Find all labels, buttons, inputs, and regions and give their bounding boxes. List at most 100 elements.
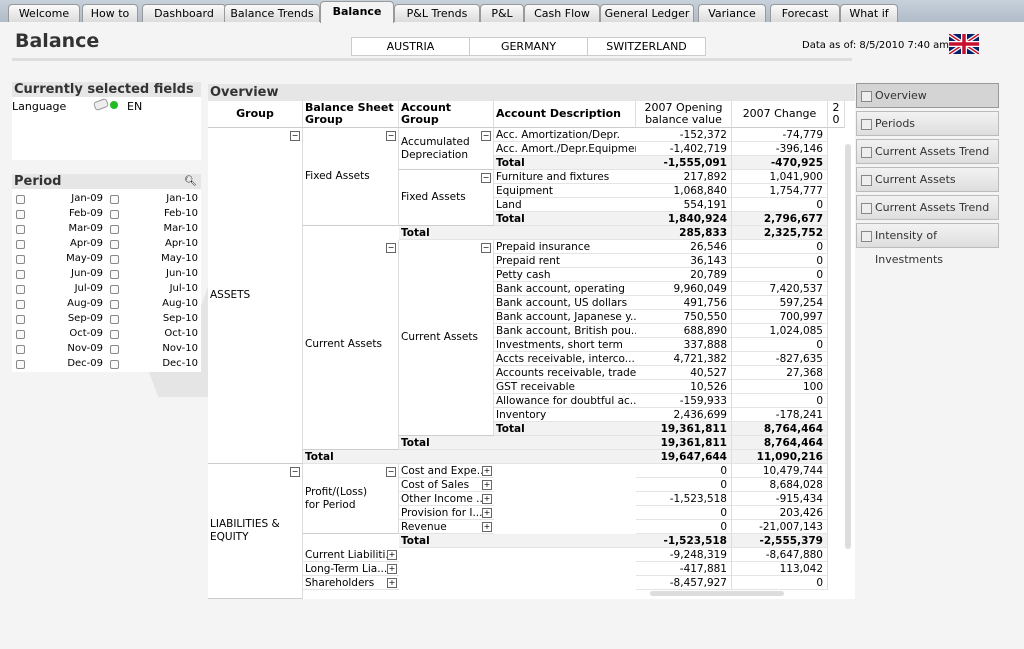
period-checkbox[interactable]	[16, 360, 25, 369]
header-change[interactable]: 2007 Change	[732, 101, 828, 128]
tab-how-to[interactable]: How to	[82, 4, 138, 22]
tab-variance[interactable]: Variance	[698, 4, 766, 22]
period-item[interactable]: Nov-09	[67, 342, 103, 356]
collapse-icon[interactable]: −	[481, 131, 491, 141]
collapse-icon[interactable]: −	[386, 467, 396, 477]
tab-dashboard[interactable]: Dashboard	[142, 4, 226, 22]
period-checkbox[interactable]	[110, 210, 119, 219]
expand-icon[interactable]: +	[482, 480, 492, 490]
expand-icon[interactable]: +	[482, 522, 492, 532]
header-group[interactable]: Group	[208, 101, 303, 128]
view-button-intensity-of-investments[interactable]: Intensity of Investments	[856, 223, 999, 266]
period-checkbox[interactable]	[110, 270, 119, 279]
period-item[interactable]: Feb-10	[164, 207, 198, 221]
tab-forecast[interactable]: Forecast	[770, 4, 840, 22]
expand-icon[interactable]: +	[482, 494, 492, 504]
tab-p-l-trends[interactable]: P&L Trends	[394, 4, 480, 22]
period-item[interactable]: Sep-10	[163, 312, 198, 326]
period-item[interactable]: Dec-09	[67, 357, 103, 371]
period-checkbox[interactable]	[16, 300, 25, 309]
period-item[interactable]: Feb-09	[69, 207, 103, 221]
period-checkbox[interactable]	[110, 360, 119, 369]
period-item[interactable]: Jun-09	[71, 267, 103, 281]
period-checkbox[interactable]	[16, 225, 25, 234]
period-checkbox[interactable]	[16, 330, 25, 339]
collapse-icon[interactable]: −	[481, 173, 491, 183]
expand-icon[interactable]: +	[387, 550, 397, 560]
period-checkbox[interactable]	[110, 255, 119, 264]
period-checkbox[interactable]	[16, 270, 25, 279]
tab-balance-trends[interactable]: Balance Trends	[224, 4, 320, 22]
header-next-column[interactable]: 2 0	[828, 101, 845, 128]
period-item[interactable]: Oct-10	[164, 327, 198, 341]
period-item[interactable]: Jan-09	[71, 192, 103, 206]
change-value: 2,325,752	[732, 226, 828, 240]
period-checkbox[interactable]	[110, 285, 119, 294]
view-button-current-assets-trend[interactable]: Current Assets Trend	[856, 139, 999, 164]
tab-p-l[interactable]: P&L	[480, 4, 524, 22]
period-item[interactable]: Sep-09	[68, 312, 103, 326]
country-austria[interactable]: AUSTRIA	[351, 37, 470, 56]
period-checkbox[interactable]	[110, 240, 119, 249]
period-checkbox[interactable]	[16, 285, 25, 294]
header-opening-balance[interactable]: 2007 Opening balance value	[636, 101, 732, 128]
period-item[interactable]: Apr-09	[70, 237, 103, 251]
collapse-icon[interactable]: −	[290, 467, 300, 477]
period-item[interactable]: Apr-10	[165, 237, 198, 251]
vertical-scrollbar[interactable]	[845, 144, 851, 549]
period-item[interactable]: Aug-09	[67, 297, 103, 311]
eraser-icon[interactable]	[92, 97, 110, 112]
period-checkbox[interactable]	[110, 330, 119, 339]
period-checkbox[interactable]	[16, 240, 25, 249]
period-item[interactable]: Mar-09	[68, 222, 103, 236]
period-item[interactable]: May-10	[161, 252, 198, 266]
country-germany[interactable]: GERMANY	[469, 37, 588, 56]
period-item[interactable]: Dec-10	[162, 357, 198, 371]
period-item[interactable]: Jul-10	[170, 282, 198, 296]
period-checkbox[interactable]	[110, 195, 119, 204]
period-checkbox[interactable]	[16, 315, 25, 324]
view-button-current-assets-trend[interactable]: Current Assets Trend	[856, 195, 999, 220]
period-item[interactable]: Mar-10	[163, 222, 198, 236]
period-item[interactable]: Nov-10	[162, 342, 198, 356]
period-item[interactable]: Jan-10	[166, 192, 198, 206]
view-button-current-assets[interactable]: Current Assets	[856, 167, 999, 192]
expand-icon[interactable]: +	[482, 466, 492, 476]
search-icon[interactable]: 🔍︎	[184, 176, 197, 187]
period-checkbox[interactable]	[110, 225, 119, 234]
tab-cash-flow[interactable]: Cash Flow	[524, 4, 600, 22]
collapse-icon[interactable]: −	[386, 243, 396, 253]
horizontal-scrollbar[interactable]	[650, 591, 784, 596]
expand-icon[interactable]: +	[387, 564, 397, 574]
period-checkbox[interactable]	[110, 300, 119, 309]
view-button-overview[interactable]: Overview	[856, 83, 999, 108]
header-account-group[interactable]: Account Group	[399, 101, 494, 128]
period-item[interactable]: Jul-09	[75, 282, 103, 296]
period-item[interactable]: Oct-09	[69, 327, 103, 341]
expand-icon[interactable]: +	[387, 578, 397, 588]
period-checkbox[interactable]	[16, 255, 25, 264]
row-label: Total	[399, 534, 636, 548]
period-checkbox[interactable]	[16, 195, 25, 204]
period-item[interactable]: May-09	[66, 252, 103, 266]
collapse-icon[interactable]: −	[386, 131, 396, 141]
view-button-periods[interactable]: Periods	[856, 111, 999, 136]
collapse-icon[interactable]: −	[290, 131, 300, 141]
tab-welcome[interactable]: Welcome	[8, 4, 80, 22]
period-checkbox[interactable]	[110, 345, 119, 354]
tab-balance[interactable]: Balance	[320, 1, 394, 23]
header-balance-sheet-group[interactable]: Balance Sheet Group	[303, 101, 399, 128]
period-checkbox[interactable]	[110, 315, 119, 324]
period-checkbox[interactable]	[16, 345, 25, 354]
tab-what-if[interactable]: What if	[840, 4, 898, 22]
period-checkbox[interactable]	[16, 210, 25, 219]
collapse-icon[interactable]: −	[481, 243, 491, 253]
uk-flag-icon[interactable]	[949, 34, 979, 54]
header-account-description[interactable]: Account Description	[494, 101, 636, 128]
period-item[interactable]: Jun-10	[166, 267, 198, 281]
period-item[interactable]: Aug-10	[162, 297, 198, 311]
country-switzerland[interactable]: SWITZERLAND	[587, 37, 706, 56]
tab-general-ledger[interactable]: General Ledger	[600, 4, 694, 22]
opening-balance-value: -8,457,927	[636, 576, 732, 590]
expand-icon[interactable]: +	[482, 508, 492, 518]
